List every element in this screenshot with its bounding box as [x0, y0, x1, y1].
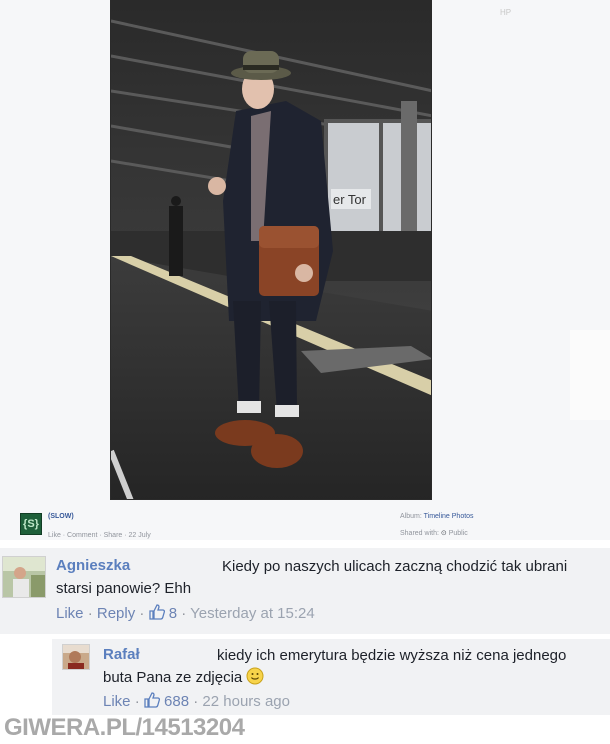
shared-info: Shared with: ⊙ Public — [400, 529, 468, 537]
avatar[interactable] — [2, 556, 46, 598]
comment-text-line2-wrap: buta Pana ze zdjęcia — [103, 667, 264, 691]
comment-text-line2: buta Pana ze zdjęcia — [103, 669, 243, 686]
like-link[interactable]: Like — [103, 693, 131, 710]
smile-emoji-icon — [246, 667, 264, 691]
comment-author[interactable]: Agnieszka — [56, 557, 130, 574]
comment-timestamp[interactable]: Yesterday at 15:24 — [190, 605, 315, 622]
album-link[interactable]: Timeline Photos — [424, 513, 474, 520]
photo-image: er Tor — [111, 1, 431, 499]
thumbs-up-icon[interactable] — [148, 604, 165, 624]
like-count[interactable]: 8 — [169, 605, 177, 622]
post-photo[interactable]: er Tor — [110, 0, 432, 500]
like-link[interactable]: Like — [56, 605, 84, 622]
shared-label: Shared with: — [400, 530, 439, 537]
globe-icon: ⊙ — [440, 530, 447, 537]
corner-mark: HP — [500, 8, 512, 17]
album-label: Album: — [400, 513, 422, 520]
station-sign-text: er Tor — [333, 192, 367, 207]
reply-comment: Rafał kiedy ich emerytura będzie wyższa … — [52, 639, 610, 715]
comment-author[interactable]: Rafał — [103, 646, 140, 663]
page-name-link[interactable]: (SLOW) — [48, 513, 74, 520]
comment-text: kiedy ich emerytura będzie wyższa niż ce… — [217, 647, 567, 664]
comment-timestamp[interactable]: 22 hours ago — [202, 693, 290, 710]
privacy-value[interactable]: Public — [449, 530, 468, 537]
comment-actions: Like · 688 · 22 hours ago — [103, 692, 290, 712]
post-meta: {S} (SLOW) Like · Comment · Share · 22 J… — [0, 508, 610, 544]
image-artifact — [570, 330, 610, 420]
comment: Agnieszka Kiedy po naszych ulicach zaczn… — [0, 548, 610, 634]
avatar[interactable] — [62, 644, 90, 670]
avatar-image — [63, 645, 89, 669]
comment-text-line2: starsi panowie? Ehh — [56, 580, 192, 597]
like-count[interactable]: 688 — [164, 693, 189, 710]
comment-actions: Like · Reply · 8 · Yesterday at 15:24 — [56, 604, 315, 624]
page-logo[interactable]: {S} — [20, 513, 42, 535]
thumbs-up-icon[interactable] — [144, 692, 160, 712]
album-info: Album: Timeline Photos — [400, 513, 474, 520]
avatar-image — [3, 557, 45, 597]
comment-text: Kiedy po naszych ulicach zaczną chodzić … — [222, 558, 568, 575]
reply-link[interactable]: Reply — [97, 605, 135, 622]
site-watermark: GIWERA.PL/14513204 — [4, 714, 245, 741]
post-actions[interactable]: Like · Comment · Share · 22 July — [48, 532, 151, 539]
